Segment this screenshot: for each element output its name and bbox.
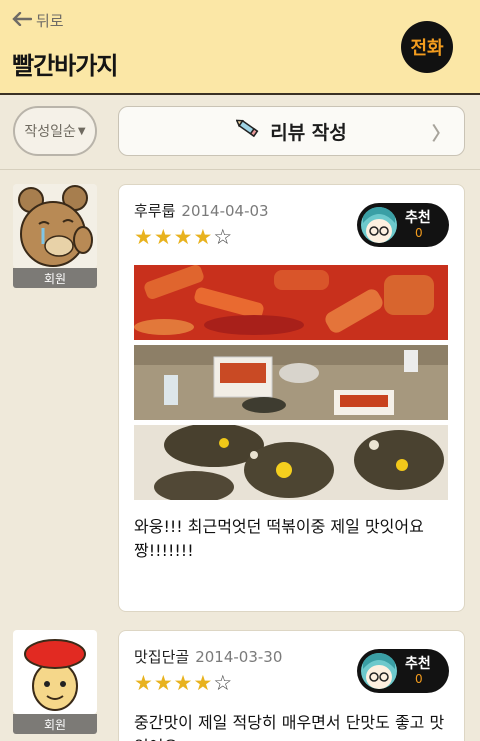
rice-balls-photo bbox=[134, 425, 448, 500]
rating-stars: ★★★★☆ bbox=[134, 671, 233, 695]
app-header: 뒤로 빨간바가지 전화 bbox=[0, 0, 480, 95]
review-date: 2014-03-30 bbox=[195, 648, 283, 666]
rating-stars: ★★★★☆ bbox=[134, 225, 233, 249]
write-review-button[interactable]: 리뷰 작성 〉 bbox=[118, 106, 465, 156]
star-empty-icon: ☆ bbox=[213, 671, 234, 695]
star-filled-icon: ★ bbox=[134, 671, 154, 695]
write-review-label: 리뷰 작성 bbox=[270, 121, 347, 144]
review-card-1: 후루룹 2014-04-03 ★★★★☆ 추천 0 와웅!!! 최근먹엇던 떡볶… bbox=[118, 184, 465, 612]
tteokbokki-photo bbox=[134, 265, 448, 340]
review-date: 2014-04-03 bbox=[181, 202, 269, 220]
review-text: 중간맛이 제일 적당히 매우면서 단맛도 좋고 맛있어요 bbox=[134, 713, 445, 741]
arrow-left-icon bbox=[12, 11, 33, 30]
red-hat-avatar-icon bbox=[13, 630, 97, 714]
recommend-count: 0 bbox=[415, 226, 423, 240]
call-button[interactable]: 전화 bbox=[401, 21, 453, 73]
star-filled-icon: ★ bbox=[153, 671, 174, 695]
pencil-icon bbox=[235, 118, 262, 145]
star-filled-icon: ★ bbox=[173, 225, 194, 249]
member-badge: 회원 bbox=[13, 714, 97, 734]
sort-label: 작성일순 bbox=[24, 124, 76, 140]
recommend-button[interactable]: 추천 0 bbox=[357, 203, 449, 247]
star-empty-icon: ☆ bbox=[213, 225, 234, 249]
back-label: 뒤로 bbox=[36, 12, 64, 30]
review-card-2: 맛집단골 2014-03-30 ★★★★☆ 추천 0 중간맛이 제일 적당히 매우… bbox=[118, 630, 465, 741]
recommend-label: 추천 bbox=[405, 210, 431, 226]
caret-down-icon: ▼ bbox=[77, 125, 86, 137]
review-text: 와웅!!! 최근먹엇던 떡볶이중 제일 맛잇어요 짱!!!!!!! bbox=[134, 517, 424, 560]
star-filled-icon: ★ bbox=[134, 225, 154, 249]
review-author[interactable]: 맛집단골 bbox=[134, 648, 189, 666]
takeout-containers-photo bbox=[134, 345, 448, 420]
review-2-avatar: 회원 bbox=[13, 630, 97, 734]
character-face-icon bbox=[361, 653, 397, 689]
star-filled-icon: ★ bbox=[173, 671, 194, 695]
star-filled-icon: ★ bbox=[193, 225, 214, 249]
sort-dropdown[interactable]: 작성일순 ▼ bbox=[13, 106, 97, 156]
recommend-button[interactable]: 추천 0 bbox=[357, 649, 449, 693]
review-1-avatar: 회원 bbox=[13, 184, 97, 288]
star-filled-icon: ★ bbox=[193, 671, 214, 695]
recommend-count: 0 bbox=[415, 672, 423, 686]
back-button[interactable]: 뒤로 bbox=[12, 10, 64, 31]
chevron-right-icon: 〉 bbox=[432, 124, 450, 145]
review-toolbar: 작성일순 ▼ 리뷰 작성 〉 bbox=[0, 95, 480, 170]
review-author[interactable]: 후루룹 bbox=[134, 202, 175, 220]
page-title: 빨간바가지 bbox=[12, 52, 118, 80]
bear-avatar-icon bbox=[13, 184, 97, 268]
review-photos[interactable] bbox=[134, 265, 448, 500]
member-badge: 회원 bbox=[13, 268, 97, 288]
star-filled-icon: ★ bbox=[153, 225, 174, 249]
recommend-label: 추천 bbox=[405, 656, 431, 672]
character-face-icon bbox=[361, 207, 397, 243]
